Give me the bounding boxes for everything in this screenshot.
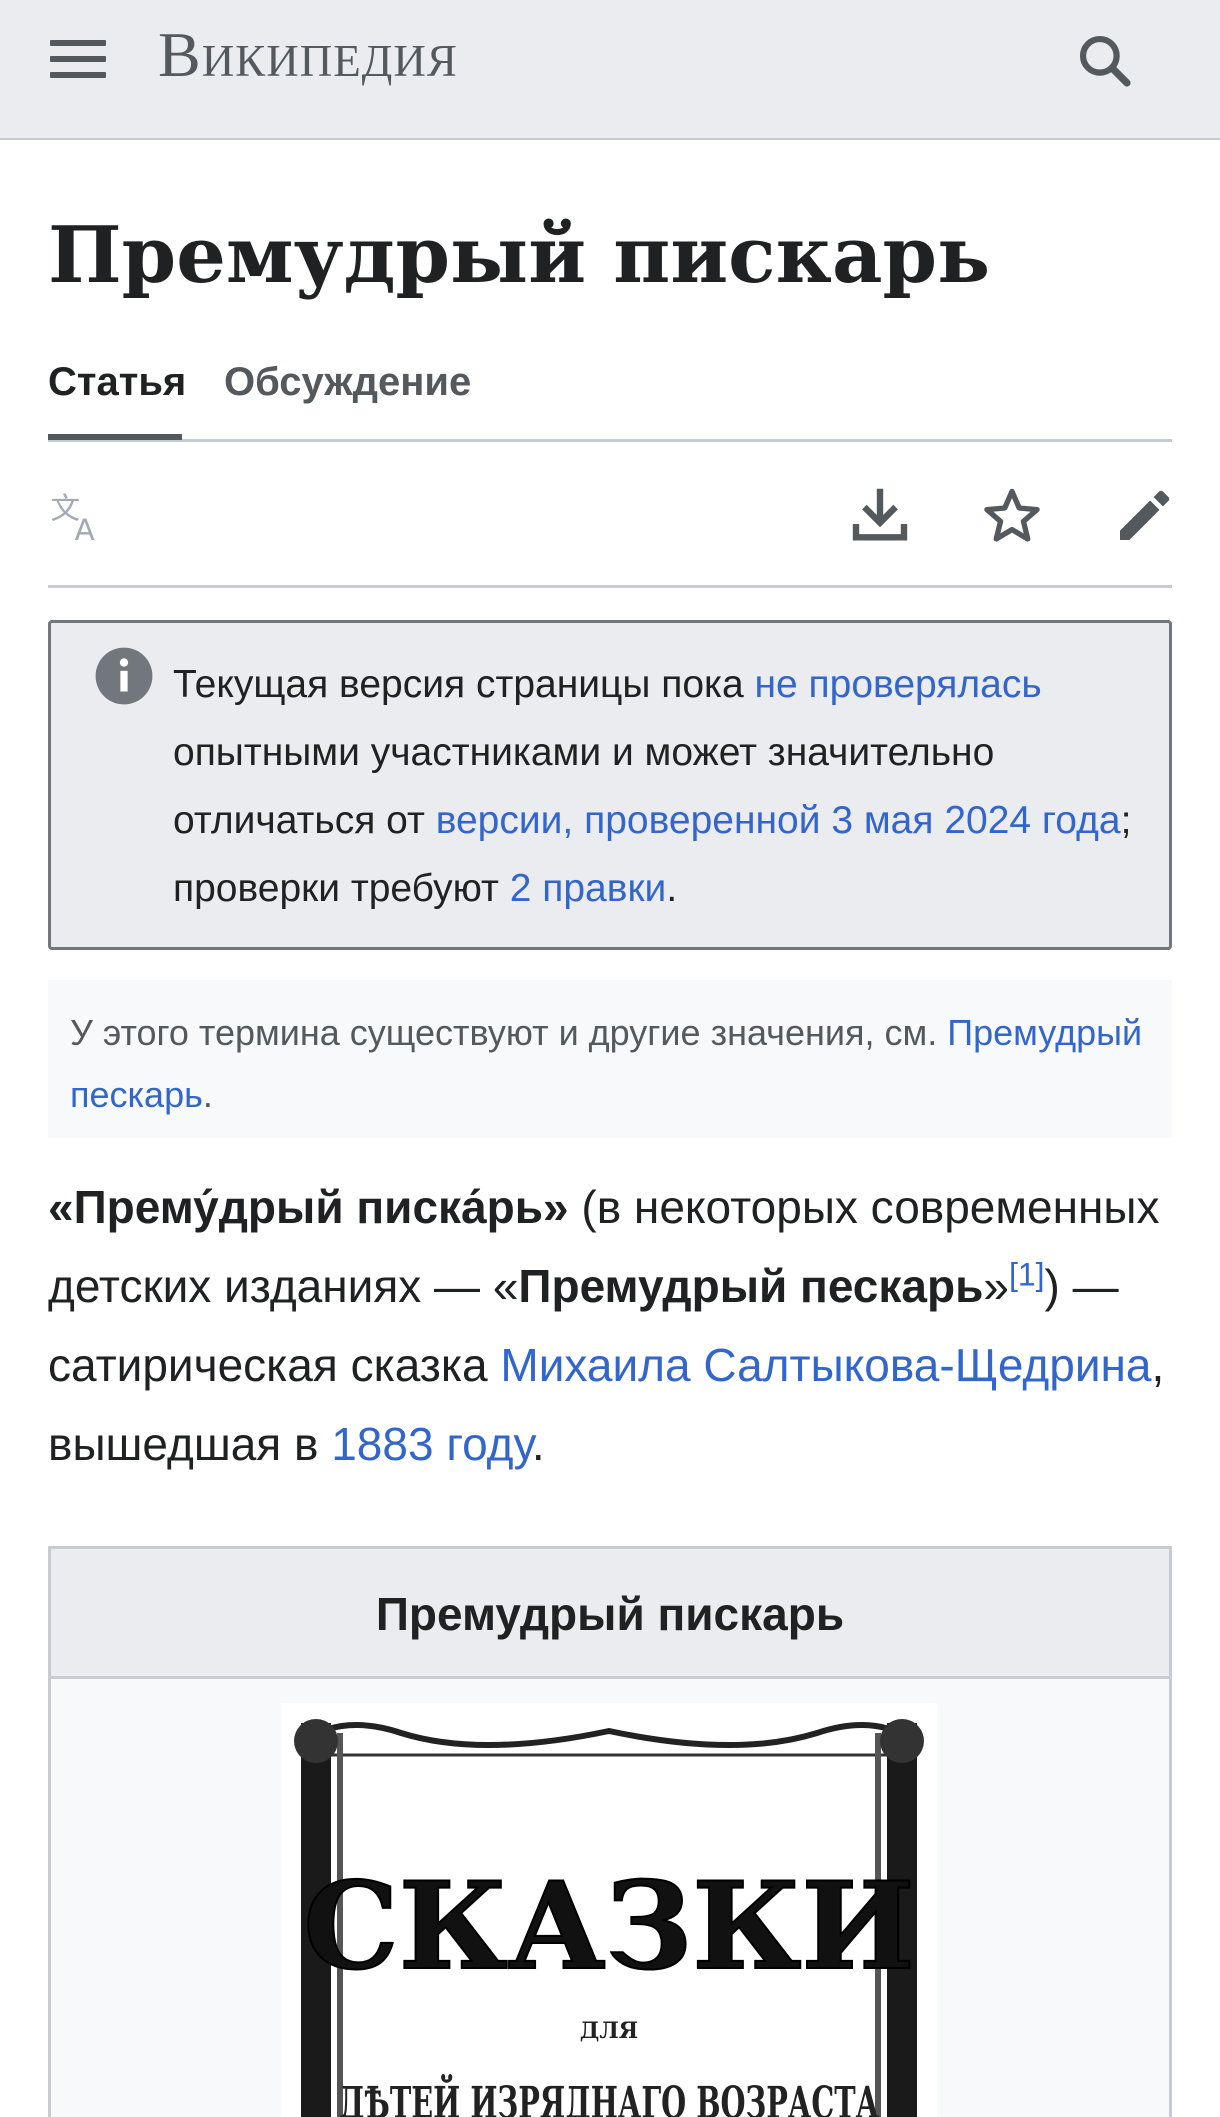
page-tabs: Статья Обсуждение (48, 360, 1172, 442)
book-cover-image[interactable]: СКАЗКИ ДЛЯ ДѢТЕЙ ИЗРЯДНАГО ВОЗРАСТА (281, 1703, 937, 2117)
page-actions-toolbar: 文 A (48, 448, 1172, 588)
article-subject: Прему́дрый писка́рь (73, 1181, 544, 1233)
page-title: Премудрый пискарь (48, 210, 991, 301)
language-icon[interactable]: 文 A (48, 484, 112, 548)
pending-edits-link[interactable]: 2 правки (510, 867, 667, 910)
reference-link[interactable]: [1] (1009, 1257, 1045, 1293)
wikipedia-logo[interactable]: Википедия (158, 18, 458, 92)
author-link[interactable]: Михаила Салтыкова-Щедрина (500, 1339, 1151, 1391)
download-icon[interactable] (848, 484, 912, 548)
svg-text:A: A (75, 513, 95, 547)
notice-text: Текущая версия страницы пока не проверял… (173, 663, 1132, 910)
info-icon (95, 647, 153, 705)
lead-paragraph: «Прему́дрый писка́рь» (в некоторых совре… (48, 1181, 1165, 1470)
infobox-title: Премудрый пискарь (51, 1549, 1169, 1679)
alt-title: Премудрый пескарь (518, 1260, 984, 1312)
not-reviewed-link[interactable]: не проверялась (754, 663, 1041, 706)
tab-discussion[interactable]: Обсуждение (224, 360, 471, 425)
pencil-icon[interactable] (1112, 484, 1176, 548)
pending-changes-notice: Текущая версия страницы пока не проверял… (48, 620, 1172, 950)
star-icon[interactable] (980, 484, 1044, 548)
hamburger-menu-icon[interactable] (50, 36, 106, 84)
cover-subtitle-small: ДЛЯ (580, 2018, 638, 2044)
year-link[interactable]: 1883 году (331, 1418, 532, 1470)
disambiguation-hatnote: У этого термина существуют и другие знач… (48, 980, 1172, 1138)
tab-article[interactable]: Статья (48, 360, 186, 425)
search-icon[interactable] (1074, 30, 1136, 92)
reviewed-version-link[interactable]: версии, проверенной 3 мая 2024 года (436, 799, 1121, 842)
cover-title: СКАЗКИ (303, 1856, 914, 1997)
infobox: Премудрый пискарь СКАЗКИ ДЛЯ ДѢТЕЙ ИЗРЯД… (48, 1546, 1172, 2117)
cover-subtitle: ДѢТЕЙ ИЗРЯДНАГО ВОЗРАСТА (339, 2073, 879, 2117)
app-header: Википедия (0, 0, 1220, 140)
active-tab-indicator (48, 434, 182, 440)
